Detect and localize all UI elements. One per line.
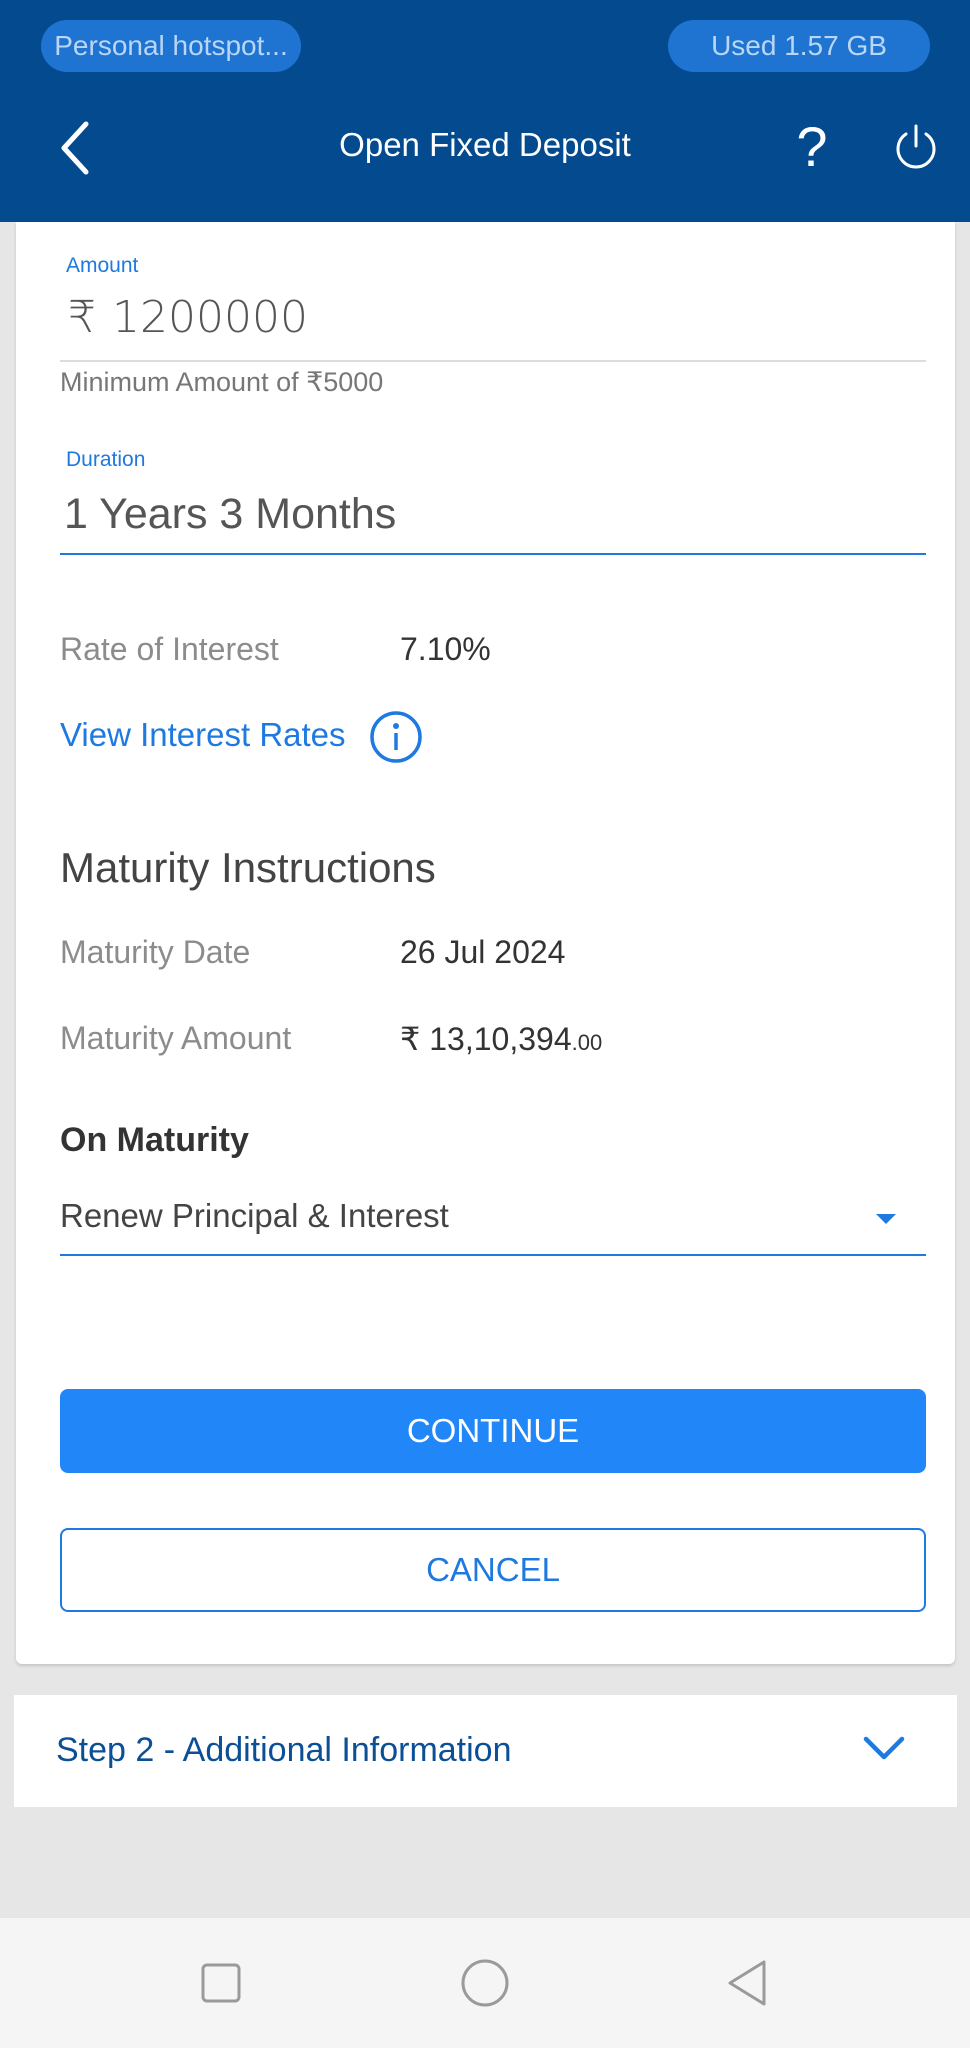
fd-form-card: Amount ₹1200000 Minimum Amount of ₹5000 … (16, 222, 955, 1664)
logout-button[interactable] (890, 122, 942, 174)
maturity-amount-main: ₹ 13,10,394 (400, 1021, 572, 1057)
rate-label: Rate of Interest (60, 631, 279, 667)
amount-underline (60, 360, 926, 362)
system-nav-bar (0, 1918, 970, 2048)
view-interest-rates-link[interactable]: View Interest Rates (60, 716, 346, 754)
circle-icon (461, 1959, 509, 2007)
question-icon: ? (796, 115, 828, 178)
maturity-section-title: Maturity Instructions (60, 844, 436, 891)
step2-accordion[interactable]: Step 2 - Additional Information (14, 1695, 957, 1807)
on-maturity-select[interactable]: Renew Principal & Interest (60, 1192, 926, 1256)
amount-label: Amount (66, 254, 139, 277)
caret-down-icon (876, 1214, 896, 1224)
maturity-date-label: Maturity Date (60, 934, 251, 970)
square-icon (201, 1963, 241, 2003)
info-icon (370, 711, 422, 763)
triangle-back-icon (728, 1960, 766, 2006)
power-icon (896, 124, 936, 169)
duration-label: Duration (66, 448, 146, 471)
duration-underline (60, 553, 926, 555)
duration-field[interactable]: 1 Years 3 Months (64, 490, 396, 539)
maturity-date-value: 26 Jul 2024 (400, 934, 566, 970)
amount-field[interactable]: ₹1200000 (68, 292, 308, 343)
data-usage-pill[interactable]: Used 1.57 GB (668, 20, 930, 72)
on-maturity-selected-value: Renew Principal & Interest (60, 1197, 449, 1234)
nav-recents-button[interactable] (196, 1958, 246, 2008)
maturity-amount-paise: .00 (571, 1030, 603, 1055)
app-header: Personal hotspot... Used 1.57 GB Open Fi… (0, 0, 970, 222)
continue-button[interactable]: CONTINUE (60, 1389, 926, 1473)
maturity-amount-value: ₹ 13,10,394.00 (400, 1020, 602, 1058)
on-maturity-label: On Maturity (60, 1121, 249, 1159)
info-button[interactable] (368, 709, 424, 765)
help-button[interactable]: ? (792, 112, 832, 182)
cancel-button[interactable]: CANCEL (60, 1528, 926, 1612)
amount-value: 1200000 (112, 292, 308, 343)
nav-home-button[interactable] (460, 1958, 510, 2008)
maturity-amount-label: Maturity Amount (60, 1020, 292, 1056)
nav-back-button[interactable] (724, 1958, 774, 2008)
rupee-icon: ₹ (68, 292, 96, 343)
amount-helper-text: Minimum Amount of ₹5000 (60, 367, 384, 397)
step2-label: Step 2 - Additional Information (56, 1731, 512, 1769)
hotspot-status-pill[interactable]: Personal hotspot... (41, 20, 301, 72)
rate-value: 7.10% (400, 631, 491, 667)
chevron-down-icon (863, 1736, 905, 1760)
